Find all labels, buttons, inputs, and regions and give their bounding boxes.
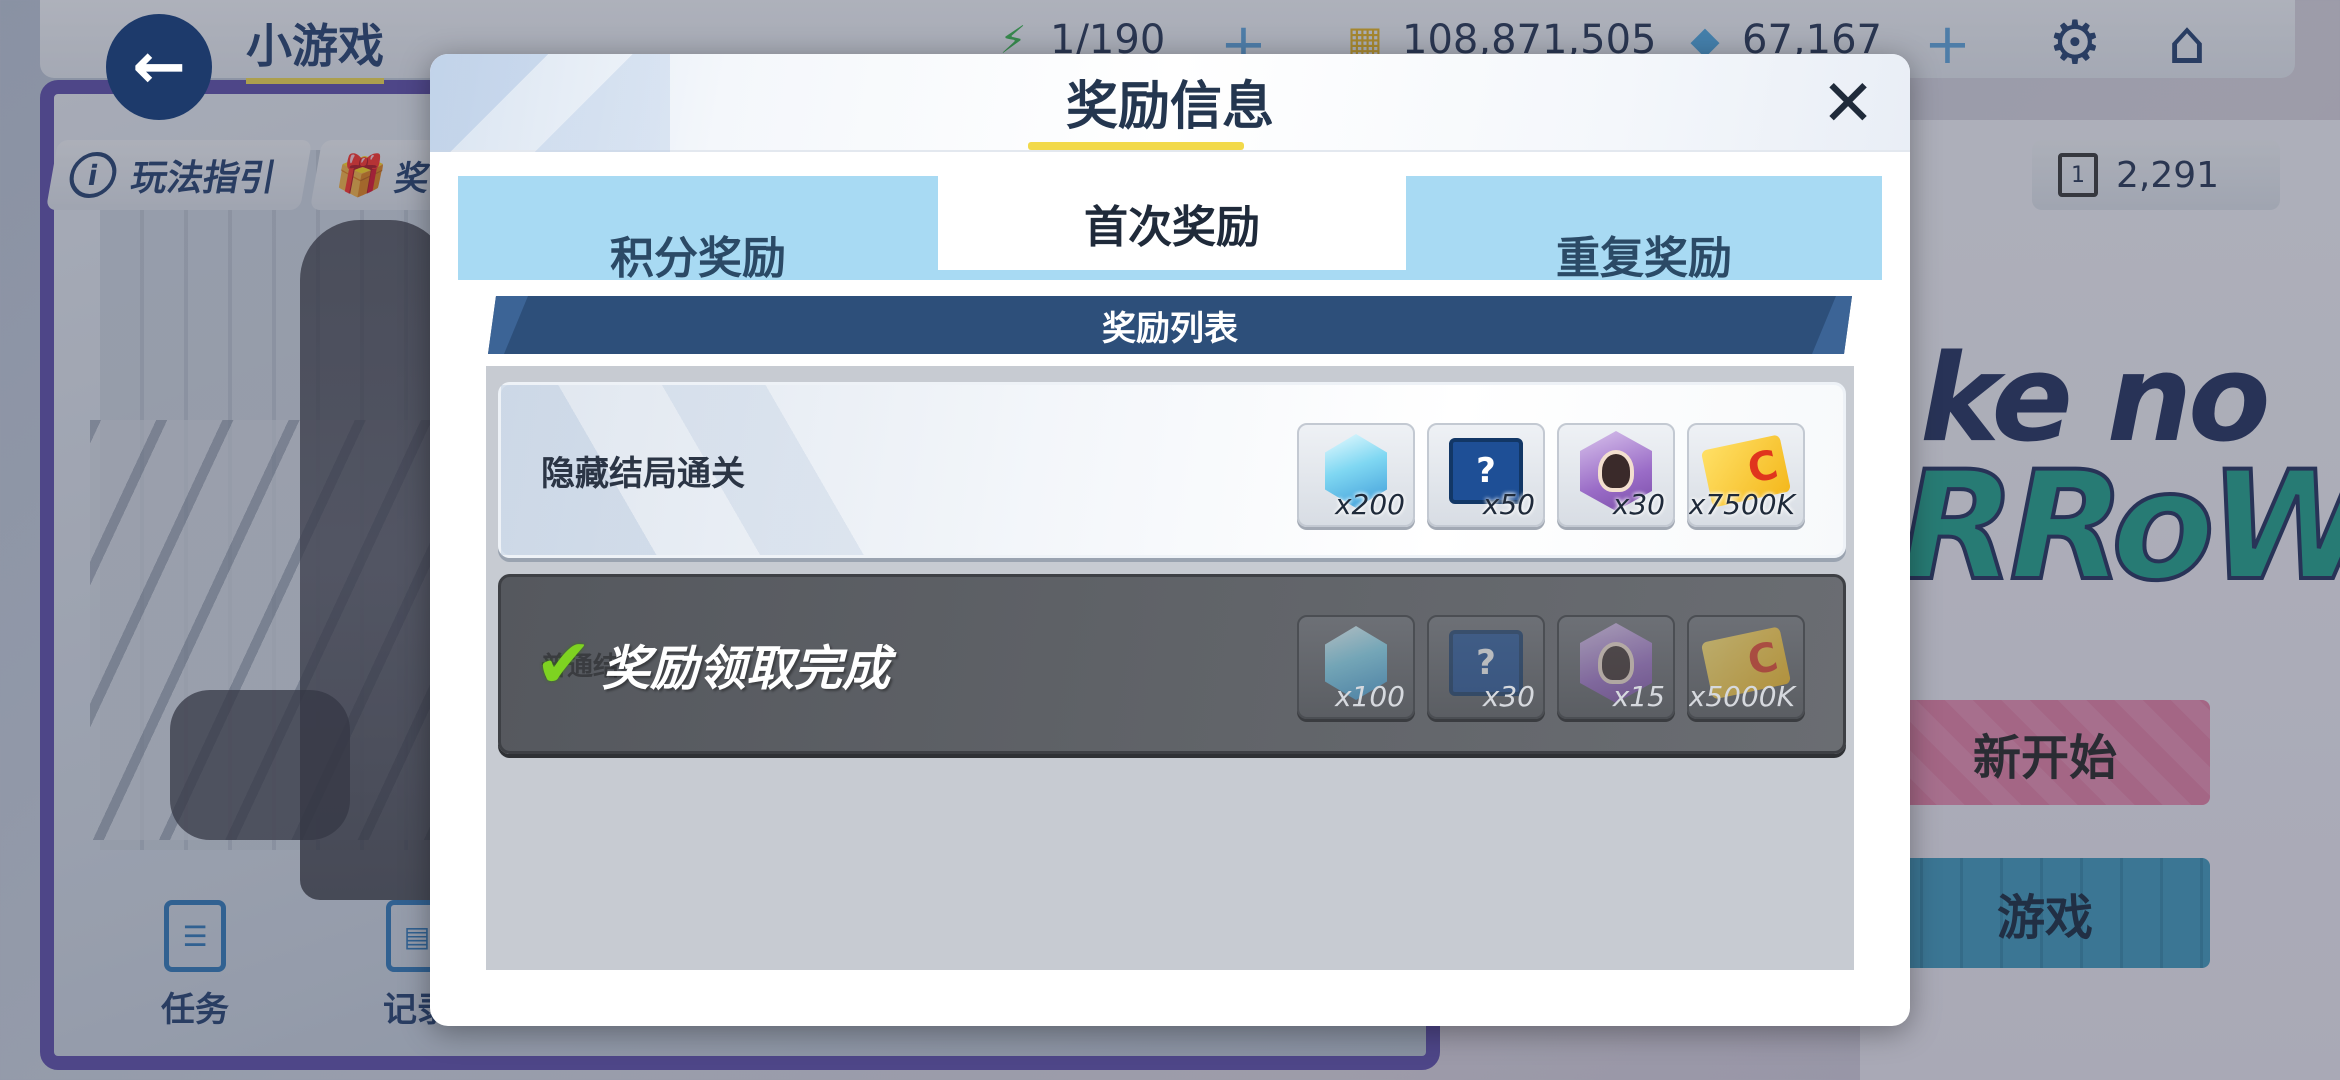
reward-item[interactable]: x200 (1297, 423, 1415, 527)
checkmark-icon: ✔ (535, 624, 592, 704)
reward-item[interactable]: x15 (1557, 615, 1675, 719)
reward-item-qty: x30 (1482, 680, 1535, 713)
reward-row: 隐藏结局通关 x200 ? x50 x30 C x7500K (498, 382, 1846, 558)
reward-item-qty: x200 (1334, 488, 1405, 521)
reward-row-claimed: 普通结 ✔ 奖励领取完成 x100 ? x30 x15 C x5000K (498, 574, 1846, 754)
reward-item-qty: x15 (1612, 680, 1665, 713)
reward-item-qty: x30 (1612, 488, 1665, 521)
claimed-text: 奖励领取完成 (601, 641, 890, 697)
reward-item[interactable]: ? x50 (1427, 423, 1545, 527)
reward-items: x200 ? x50 x30 C x7500K (1297, 423, 1805, 527)
reward-item-qty: x5000K (1688, 680, 1795, 713)
reward-item[interactable]: x100 (1297, 615, 1415, 719)
reward-item-qty: x50 (1482, 488, 1535, 521)
reward-list-header: 奖励列表 (488, 296, 1852, 354)
reward-items: x100 ? x30 x15 C x5000K (1297, 615, 1805, 719)
claimed-indicator: ✔ 奖励领取完成 (535, 577, 890, 751)
reward-item[interactable]: x30 (1557, 423, 1675, 527)
reward-item[interactable]: C x5000K (1687, 615, 1805, 719)
arrow-left-icon: ← (132, 30, 186, 104)
reward-item[interactable]: ? x30 (1427, 615, 1545, 719)
close-icon[interactable]: ✕ (1816, 72, 1880, 136)
modal-title: 奖励信息 (1065, 77, 1274, 137)
back-button[interactable]: ← (106, 14, 212, 120)
title-underline (1028, 142, 1244, 150)
reward-condition-label: 隐藏结局通关 (541, 453, 745, 494)
tab-first-reward[interactable]: 首次奖励 (938, 176, 1406, 270)
reward-item-qty: x100 (1334, 680, 1405, 713)
reward-item[interactable]: C x7500K (1687, 423, 1805, 527)
reward-item-qty: x7500K (1688, 488, 1795, 521)
